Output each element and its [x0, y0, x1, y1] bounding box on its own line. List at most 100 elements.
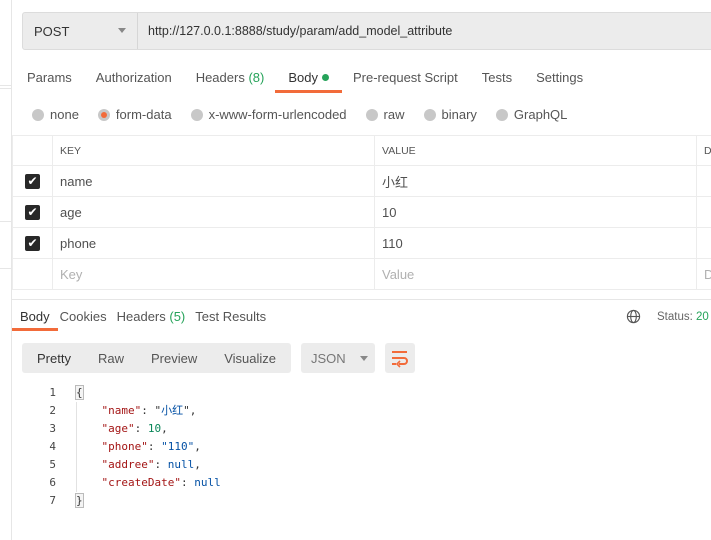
- description-cell[interactable]: [696, 165, 711, 197]
- url-input[interactable]: http://127.0.0.1:8888/study/param/add_mo…: [138, 24, 452, 38]
- headers-count: (8): [248, 70, 265, 85]
- json-key: "addree": [101, 458, 155, 471]
- tab-pre-request-script[interactable]: Pre-request Script: [353, 70, 458, 92]
- format-label: JSON: [311, 350, 346, 366]
- new-key-input[interactable]: Key: [52, 258, 375, 290]
- radio-label: none: [50, 107, 79, 122]
- json-key: "createDate": [101, 476, 181, 489]
- tab-tests[interactable]: Tests: [482, 70, 512, 92]
- value-header: VALUE: [374, 135, 697, 166]
- radio-form-data[interactable]: form-data: [97, 107, 172, 122]
- radio-graphql[interactable]: GraphQL: [495, 107, 568, 122]
- format-select[interactable]: JSON: [301, 343, 375, 373]
- radio-icon: [365, 108, 378, 121]
- radio-label: GraphQL: [513, 107, 568, 122]
- table-row: ✔ age 10: [12, 196, 711, 228]
- radio-label: raw: [383, 107, 405, 122]
- tab-settings[interactable]: Settings: [536, 70, 583, 92]
- key-cell[interactable]: age: [52, 196, 375, 228]
- new-row: KeyValueD: [12, 258, 711, 290]
- wrap-lines-icon: [392, 351, 408, 368]
- line-number: 3: [49, 422, 56, 435]
- checkbox-checked-icon[interactable]: ✔: [25, 236, 40, 251]
- view-preview[interactable]: Preview: [136, 351, 197, 366]
- line-number: 5: [49, 458, 56, 471]
- response-status: Status: 20: [626, 309, 709, 324]
- checkbox-column: [12, 135, 53, 166]
- value-cell[interactable]: 110: [374, 227, 697, 259]
- view-pretty[interactable]: Pretty: [22, 351, 71, 366]
- method-select[interactable]: POST: [23, 13, 138, 49]
- response-tab-body[interactable]: Body: [12, 309, 58, 331]
- radio-raw[interactable]: raw: [365, 107, 405, 122]
- wrap-lines-button[interactable]: [385, 343, 415, 373]
- json-value: null: [167, 458, 195, 471]
- radio-icon: [32, 108, 44, 121]
- key-cell[interactable]: phone: [52, 227, 375, 259]
- tab-authorization[interactable]: Authorization: [96, 70, 172, 92]
- value-cell[interactable]: 10: [374, 196, 697, 228]
- view-mode-group: Pretty Raw Preview Visualize: [22, 343, 291, 373]
- radio-label: binary: [441, 107, 477, 122]
- response-tab-headers[interactable]: Headers (5): [117, 309, 186, 331]
- radio-icon: [495, 108, 508, 121]
- key-header: KEY: [52, 135, 375, 166]
- body-type-radios: none form-data x-www-form-urlencoded raw…: [32, 107, 586, 122]
- table-row: ✔ name 小红: [12, 165, 711, 197]
- json-key: "name": [101, 404, 142, 417]
- left-sidebar: [0, 0, 12, 540]
- tab-body[interactable]: Body: [275, 70, 342, 93]
- table-header: KEYVALUEDE: [12, 135, 711, 166]
- radio-none[interactable]: none: [32, 107, 79, 122]
- tab-params[interactable]: Params: [27, 70, 72, 92]
- status-value: 20: [696, 310, 709, 323]
- line-number: 1: [49, 386, 56, 399]
- active-dot-icon: [321, 74, 329, 81]
- description-cell[interactable]: [696, 196, 711, 228]
- form-data-table: KEYVALUEDE ✔name小红 ✔age10 ✔phone110 KeyV…: [12, 135, 711, 290]
- radio-urlencoded[interactable]: x-www-form-urlencoded: [190, 107, 347, 122]
- radio-label: x-www-form-urlencoded: [208, 107, 347, 122]
- globe-icon[interactable]: [626, 309, 641, 324]
- json-value: null: [194, 476, 221, 489]
- code-text: }: [75, 493, 84, 508]
- request-tabs: Params Authorization Headers (8) Body Pr…: [27, 70, 607, 93]
- view-visualize[interactable]: Visualize: [209, 351, 276, 366]
- response-tab-cookies[interactable]: Cookies: [60, 309, 107, 331]
- json-value: 10: [147, 422, 162, 435]
- line-number: 2: [49, 404, 56, 417]
- tab-headers[interactable]: Headers (8): [196, 70, 265, 92]
- radio-binary[interactable]: binary: [423, 107, 477, 122]
- line-number: 6: [49, 476, 56, 489]
- response-tab-test-results[interactable]: Test Results: [195, 309, 266, 331]
- description-cell[interactable]: [696, 227, 711, 259]
- checkbox-checked-icon[interactable]: ✔: [25, 205, 40, 220]
- key-cell[interactable]: name: [52, 165, 375, 197]
- line-number: 7: [49, 494, 56, 507]
- new-description-input[interactable]: D: [696, 258, 711, 290]
- radio-label: form-data: [115, 107, 172, 122]
- chevron-down-icon: [359, 355, 368, 361]
- chevron-down-icon: [118, 28, 126, 33]
- tab-label: Headers: [116, 309, 166, 324]
- divider: [12, 299, 711, 300]
- view-raw[interactable]: Raw: [83, 351, 124, 366]
- headers-count: (5): [169, 309, 186, 324]
- tab-label: Headers: [195, 70, 245, 85]
- tab-label: Body: [288, 70, 318, 85]
- new-value-input[interactable]: Value: [374, 258, 697, 290]
- status-label: Status:: [657, 310, 693, 323]
- json-value: 小红: [161, 404, 184, 417]
- value-cell[interactable]: 小红: [374, 165, 697, 197]
- json-key: "phone": [101, 440, 148, 453]
- checkbox-checked-icon[interactable]: ✔: [25, 174, 40, 189]
- method-label: POST: [34, 23, 70, 39]
- line-number: 4: [49, 440, 56, 453]
- table-row: ✔ phone 110: [12, 227, 711, 259]
- json-key: "age": [101, 422, 135, 435]
- url-bar: POST http://127.0.0.1:8888/study/param/a…: [22, 12, 711, 50]
- response-body-code[interactable]: 1{ 2 "name": "小红", 3 "age": 10, 4 "phone…: [40, 384, 221, 510]
- radio-icon: [190, 108, 203, 121]
- radio-icon: [423, 108, 436, 121]
- radio-selected-icon: [97, 108, 110, 121]
